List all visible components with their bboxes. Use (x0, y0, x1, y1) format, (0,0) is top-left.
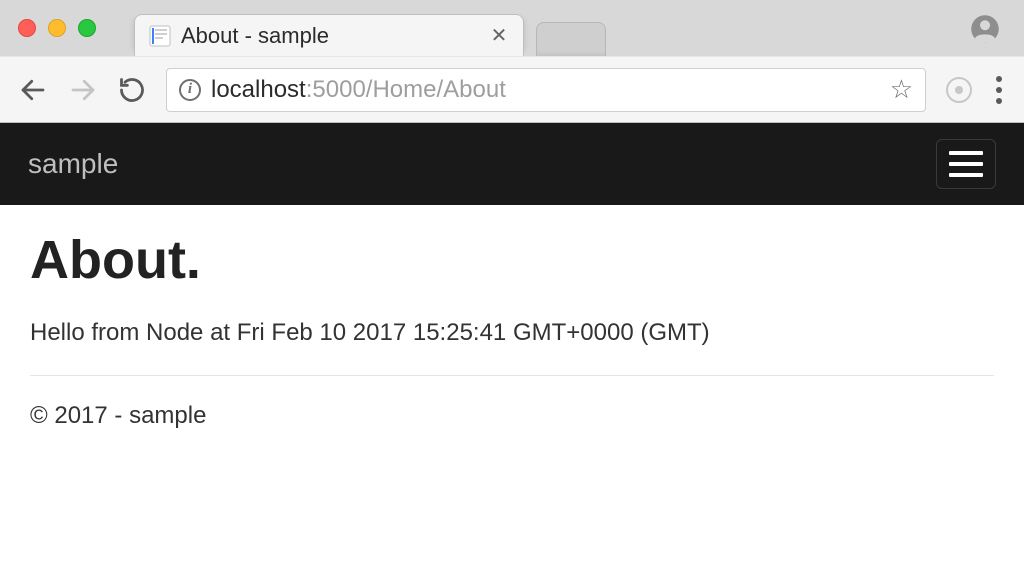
url-path: :5000/Home/About (306, 76, 506, 103)
navbar-toggle-button[interactable] (936, 139, 996, 189)
tab-title: About - sample (181, 23, 479, 49)
browser-menu-button[interactable] (992, 72, 1006, 108)
browser-tab[interactable]: About - sample ✕ (134, 14, 524, 56)
profile-avatar-icon[interactable] (970, 14, 1000, 49)
window-maximize-button[interactable] (78, 19, 96, 37)
hamburger-icon (949, 151, 983, 155)
bookmark-star-icon[interactable]: ☆ (890, 74, 913, 105)
url-host: localhost (211, 76, 306, 103)
window-close-button[interactable] (18, 19, 36, 37)
url-text: localhost:5000/Home/About (211, 76, 880, 104)
address-bar[interactable]: i localhost:5000/Home/About ☆ (166, 68, 926, 112)
browser-toolbar: i localhost:5000/Home/About ☆ (0, 56, 1024, 122)
site-navbar: sample (0, 123, 1024, 205)
new-tab-button[interactable] (536, 22, 606, 56)
divider (30, 375, 994, 376)
forward-button[interactable] (68, 75, 98, 105)
window-controls (18, 19, 96, 37)
site-brand[interactable]: sample (28, 148, 118, 180)
page-footer: © 2017 - sample (30, 402, 994, 430)
page-heading: About. (30, 229, 994, 291)
site-info-icon[interactable]: i (179, 79, 201, 101)
tab-strip: About - sample ✕ (134, 0, 606, 56)
back-button[interactable] (18, 75, 48, 105)
tab-close-button[interactable]: ✕ (489, 23, 509, 48)
cast-icon[interactable] (946, 77, 972, 103)
page-message: Hello from Node at Fri Feb 10 2017 15:25… (30, 319, 994, 347)
page-content: About. Hello from Node at Fri Feb 10 201… (0, 205, 1024, 448)
window-minimize-button[interactable] (48, 19, 66, 37)
title-bar: About - sample ✕ (0, 0, 1024, 56)
reload-button[interactable] (118, 76, 146, 104)
page-favicon-icon (149, 25, 171, 47)
browser-chrome: About - sample ✕ (0, 0, 1024, 123)
